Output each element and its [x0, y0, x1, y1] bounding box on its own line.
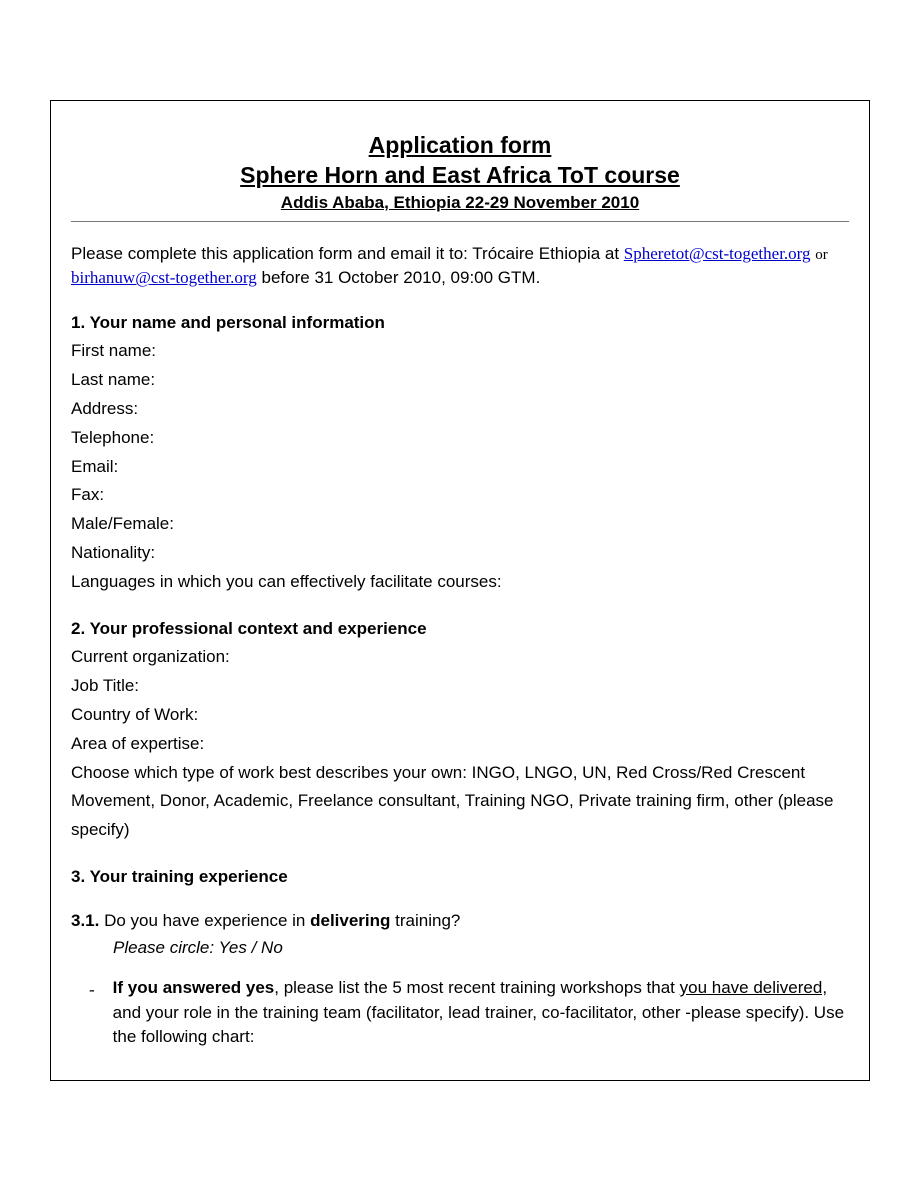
intro-or: or	[815, 247, 828, 263]
q31-prefix: 3.1.	[71, 911, 99, 930]
bullet-mid1: , please list the 5 most recent training…	[274, 978, 679, 997]
question-3-1: 3.1. Do you have experience in deliverin…	[71, 909, 849, 934]
q31-bold: delivering	[310, 911, 390, 930]
email-link-1[interactable]: Spheretot@cst-together.org	[624, 244, 811, 263]
field-country-work: Country of Work:	[71, 701, 849, 730]
field-worktype: Choose which type of work best describes…	[71, 759, 849, 846]
document-page: Application form Sphere Horn and East Af…	[0, 50, 920, 1131]
field-organization: Current organization:	[71, 643, 849, 672]
field-nationality: Nationality:	[71, 539, 849, 568]
email-link-2[interactable]: birhanuw@cst-together.org	[71, 268, 257, 287]
field-gender: Male/Female:	[71, 510, 849, 539]
bullet-underline: you have delivered,	[680, 978, 827, 997]
intro-post: before 31 October 2010, 09:00 GTM.	[262, 268, 541, 287]
section-1-title: 1. Your name and personal information	[71, 313, 849, 333]
header-divider	[71, 221, 849, 222]
intro-pre: Please complete this application form an…	[71, 244, 624, 263]
q31-mid1: Do you have experience in	[99, 911, 310, 930]
field-email: Email:	[71, 453, 849, 482]
form-title-2: Sphere Horn and East Africa ToT course	[71, 161, 849, 191]
field-address: Address:	[71, 395, 849, 424]
bullet-if-yes: - If you answered yes, please list the 5…	[71, 976, 849, 1050]
intro-paragraph: Please complete this application form an…	[71, 242, 849, 291]
bullet-text: If you answered yes, please list the 5 m…	[113, 976, 849, 1050]
field-first-name: First name:	[71, 337, 849, 366]
bullet-mid2: and your role in the training team (faci…	[113, 1003, 844, 1047]
field-fax: Fax:	[71, 481, 849, 510]
field-last-name: Last name:	[71, 366, 849, 395]
field-telephone: Telephone:	[71, 424, 849, 453]
q31-instruction: Please circle: Yes / No	[113, 938, 849, 958]
field-expertise: Area of expertise:	[71, 730, 849, 759]
form-subtitle: Addis Ababa, Ethiopia 22-29 November 201…	[71, 191, 849, 215]
form-title-1: Application form	[71, 131, 849, 161]
form-header: Application form Sphere Horn and East Af…	[71, 131, 849, 215]
section-3-title: 3. Your training experience	[71, 867, 849, 887]
form-border: Application form Sphere Horn and East Af…	[50, 100, 870, 1081]
section-2-title: 2. Your professional context and experie…	[71, 619, 849, 639]
bullet-dash-icon: -	[89, 976, 95, 1050]
field-job-title: Job Title:	[71, 672, 849, 701]
bullet-bold: If you answered yes	[113, 978, 275, 997]
field-languages: Languages in which you can effectively f…	[71, 568, 849, 597]
q31-mid2: training?	[390, 911, 460, 930]
